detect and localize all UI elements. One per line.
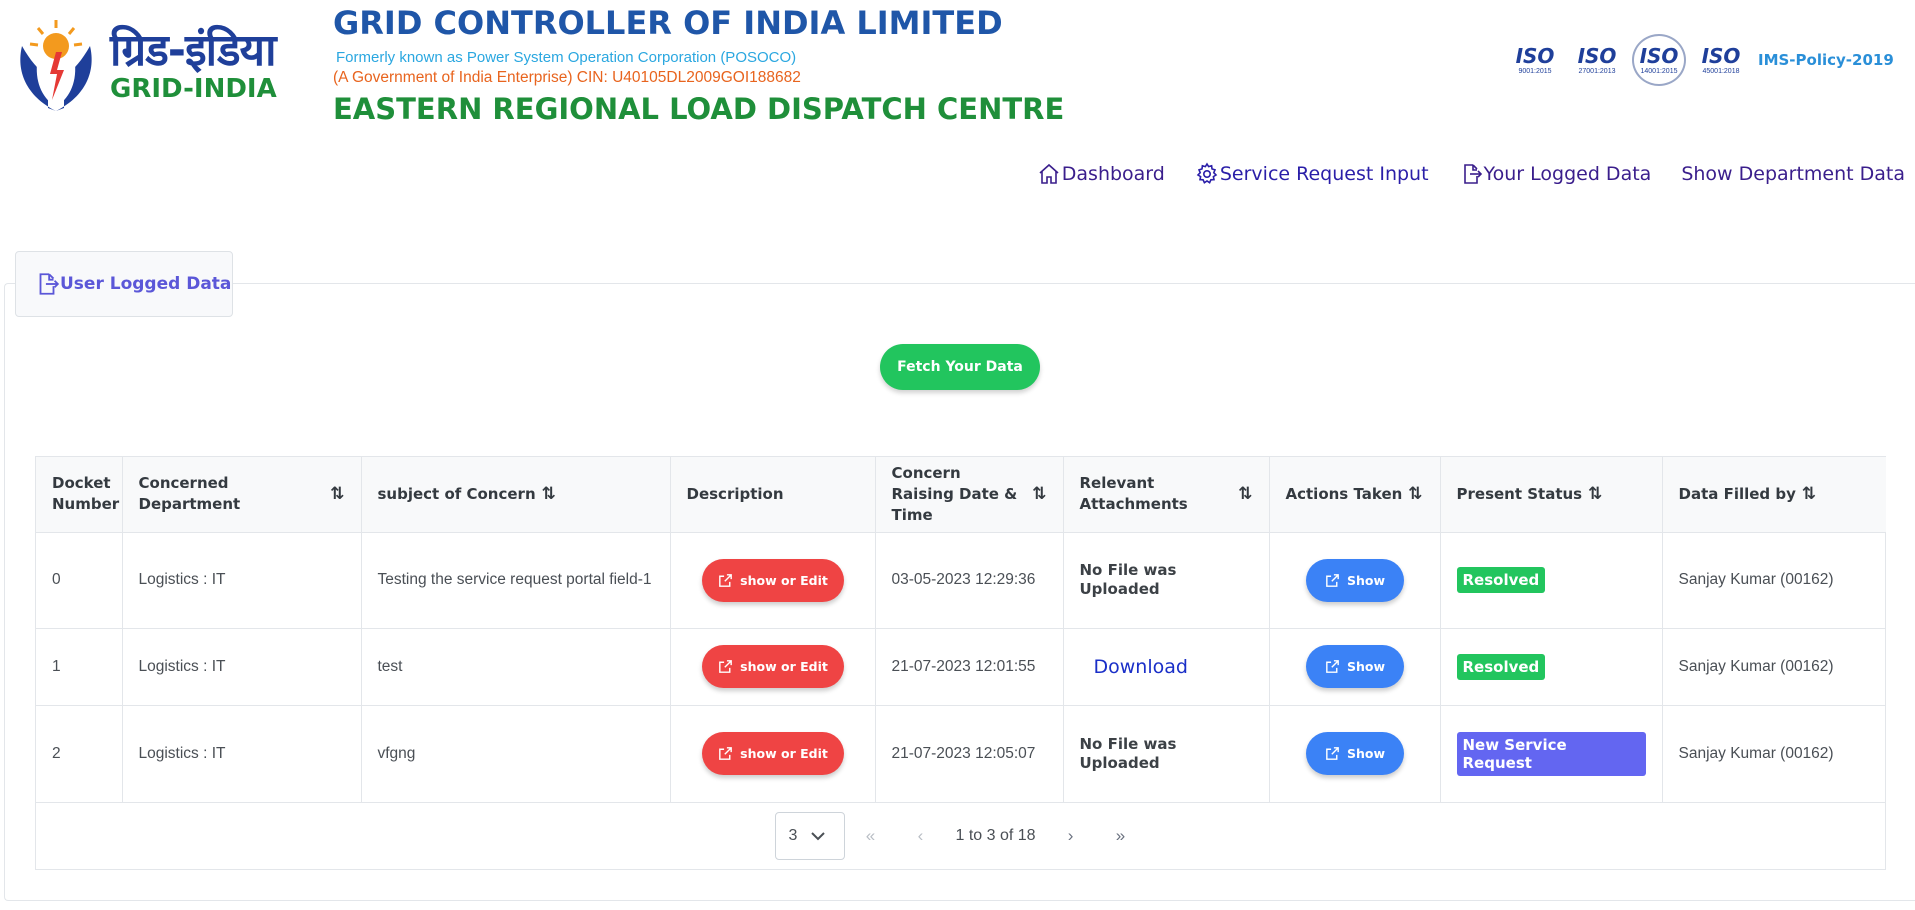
docket-number-cell: 1 bbox=[36, 628, 123, 706]
paginator: 3 « ‹ 1 to 3 of 18 › » bbox=[36, 801, 1885, 871]
column-header-concerned-department[interactable]: Concerned Department ⇅ bbox=[122, 457, 362, 533]
external-link-icon bbox=[719, 573, 733, 587]
column-header-attachments[interactable]: Relevant Attachments ⇅ bbox=[1063, 457, 1270, 533]
department-cell: Logistics : IT bbox=[122, 628, 362, 706]
subject-cell: test bbox=[361, 628, 671, 706]
column-header-subject[interactable]: subject of Concern ⇅ bbox=[361, 457, 671, 533]
no-file-text: No File was Uploaded bbox=[1079, 561, 1177, 598]
iso-45001-badge: ISO 45001:2018 bbox=[1701, 43, 1741, 75]
subject-cell: vfgng bbox=[361, 705, 671, 803]
docket-number-cell: 0 bbox=[36, 532, 123, 629]
date-time-cell: 21-07-2023 12:05:07 bbox=[875, 705, 1064, 803]
file-export-icon bbox=[1463, 164, 1482, 184]
main-nav: Dashboard Service Request Input Your Log… bbox=[1007, 162, 1905, 186]
column-header-date-time[interactable]: Concern Raising Date & Time ⇅ bbox=[875, 457, 1064, 533]
iso-27001-badge: ISO 27001:2013 bbox=[1577, 43, 1617, 75]
column-header-present-status[interactable]: Present Status ⇅ bbox=[1440, 457, 1663, 533]
sort-icon[interactable]: ⇅ bbox=[330, 484, 344, 505]
column-header-description: Description bbox=[670, 457, 876, 533]
sort-icon[interactable]: ⇅ bbox=[1238, 484, 1252, 505]
filled-by-cell: Sanjay Kumar (00162) bbox=[1662, 532, 1886, 629]
filled-by-cell: Sanjay Kumar (00162) bbox=[1662, 628, 1886, 706]
table-row: 2 Logistics : IT vfgng show or Edit 21-0… bbox=[36, 705, 1886, 803]
show-actions-button[interactable]: Show bbox=[1305, 558, 1404, 602]
date-time-cell: 21-07-2023 12:01:55 bbox=[875, 628, 1064, 706]
subject-cell: Testing the service request portal field… bbox=[361, 532, 671, 629]
org-formerly-text: Formerly known as Power System Operation… bbox=[336, 49, 797, 66]
logo-english-text: GRID-INDIA bbox=[110, 74, 277, 104]
sort-icon[interactable]: ⇅ bbox=[1032, 484, 1046, 505]
org-govt-text: (A Government of India Enterprise) CIN: … bbox=[333, 69, 801, 86]
external-link-icon bbox=[1326, 660, 1339, 673]
nav-your-logged-data[interactable]: Your Logged Data bbox=[1459, 162, 1652, 186]
nav-show-department-label: Show Department Data bbox=[1681, 163, 1905, 185]
sort-icon[interactable]: ⇅ bbox=[1408, 484, 1422, 505]
nav-dashboard[interactable]: Dashboard bbox=[1037, 162, 1165, 186]
nav-show-department-data[interactable]: Show Department Data bbox=[1681, 163, 1905, 185]
grid-india-logo[interactable]: ग्रिड-इंडिया GRID-INDIA bbox=[8, 16, 298, 116]
show-or-edit-button[interactable]: show or Edit bbox=[701, 645, 844, 688]
external-link-icon bbox=[719, 660, 733, 673]
logged-data-table: Docket Number Concerned Department ⇅ subj… bbox=[35, 456, 1886, 870]
table-row: 1 Logistics : IT test show or Edit 21-07… bbox=[36, 628, 1886, 706]
page-report: 1 to 3 of 18 bbox=[955, 827, 1036, 844]
status-badge: Resolved bbox=[1456, 653, 1546, 680]
sort-icon[interactable]: ⇅ bbox=[1802, 484, 1816, 505]
rows-per-page-value: 3 bbox=[788, 827, 798, 844]
first-page-button[interactable]: « bbox=[845, 812, 895, 860]
column-header-actions-taken[interactable]: Actions Taken ⇅ bbox=[1269, 457, 1441, 533]
nav-service-request-label: Service Request Input bbox=[1219, 163, 1429, 185]
no-file-text: No File was Uploaded bbox=[1079, 734, 1177, 772]
column-header-data-filled-by[interactable]: Data Filled by ⇅ bbox=[1662, 457, 1886, 533]
docket-number-cell: 2 bbox=[36, 705, 123, 803]
iso-9001-badge: ISO 9001:2015 bbox=[1515, 43, 1555, 75]
sort-icon[interactable]: ⇅ bbox=[542, 484, 556, 505]
filled-by-cell: Sanjay Kumar (00162) bbox=[1662, 705, 1886, 803]
department-cell: Logistics : IT bbox=[122, 705, 362, 803]
gear-icon bbox=[1196, 162, 1218, 184]
sort-icon[interactable]: ⇅ bbox=[1588, 484, 1602, 505]
rows-per-page-dropdown[interactable]: 3 bbox=[775, 812, 846, 860]
table-row: 0 Logistics : IT Testing the service req… bbox=[36, 532, 1886, 629]
show-or-edit-button[interactable]: show or Edit bbox=[701, 732, 844, 775]
logo-hindi-text: ग्रिड-इंडिया bbox=[110, 25, 276, 76]
next-page-button[interactable]: › bbox=[1046, 812, 1096, 860]
iso-14001-badge: ISO 14001:2015 bbox=[1632, 34, 1686, 86]
column-header-docket-number: Docket Number bbox=[36, 457, 123, 533]
show-actions-button[interactable]: Show bbox=[1305, 645, 1404, 688]
status-badge: New Service Request bbox=[1456, 731, 1646, 776]
prev-page-button[interactable]: ‹ bbox=[895, 812, 945, 860]
last-page-button[interactable]: » bbox=[1096, 812, 1146, 860]
file-export-icon bbox=[39, 273, 60, 295]
external-link-icon bbox=[1326, 573, 1339, 587]
show-or-edit-button[interactable]: show or Edit bbox=[701, 558, 844, 602]
external-link-icon bbox=[1326, 747, 1339, 760]
nav-your-logged-data-label: Your Logged Data bbox=[1483, 163, 1652, 185]
ims-policy-link[interactable]: IMS-Policy-2019 bbox=[1758, 51, 1894, 69]
date-time-cell: 03-05-2023 12:29:36 bbox=[875, 532, 1064, 629]
chevron-down-icon bbox=[811, 832, 826, 841]
department-cell: Logistics : IT bbox=[122, 532, 362, 629]
grid-india-emblem-icon bbox=[20, 20, 92, 111]
fetch-your-data-button[interactable]: Fetch Your Data bbox=[880, 344, 1040, 390]
org-title: GRID CONTROLLER OF INDIA LIMITED bbox=[333, 4, 1003, 42]
external-link-icon bbox=[719, 747, 733, 760]
download-link[interactable]: Download bbox=[1080, 656, 1188, 678]
nav-dashboard-label: Dashboard bbox=[1061, 163, 1165, 185]
iso-certifications: ISO 9001:2015 ISO 27001:2013 ISO 14001:2… bbox=[1508, 34, 1894, 86]
nav-service-request-input[interactable]: Service Request Input bbox=[1195, 162, 1429, 186]
org-centre-title: EASTERN REGIONAL LOAD DISPATCH CENTRE bbox=[333, 92, 1065, 126]
status-badge: Resolved bbox=[1456, 567, 1546, 593]
home-icon bbox=[1039, 163, 1059, 184]
tab-user-logged-data[interactable]: User Logged Data bbox=[15, 251, 233, 317]
show-actions-button[interactable]: Show bbox=[1305, 732, 1404, 775]
tab-user-logged-data-label: User Logged Data bbox=[60, 274, 232, 294]
